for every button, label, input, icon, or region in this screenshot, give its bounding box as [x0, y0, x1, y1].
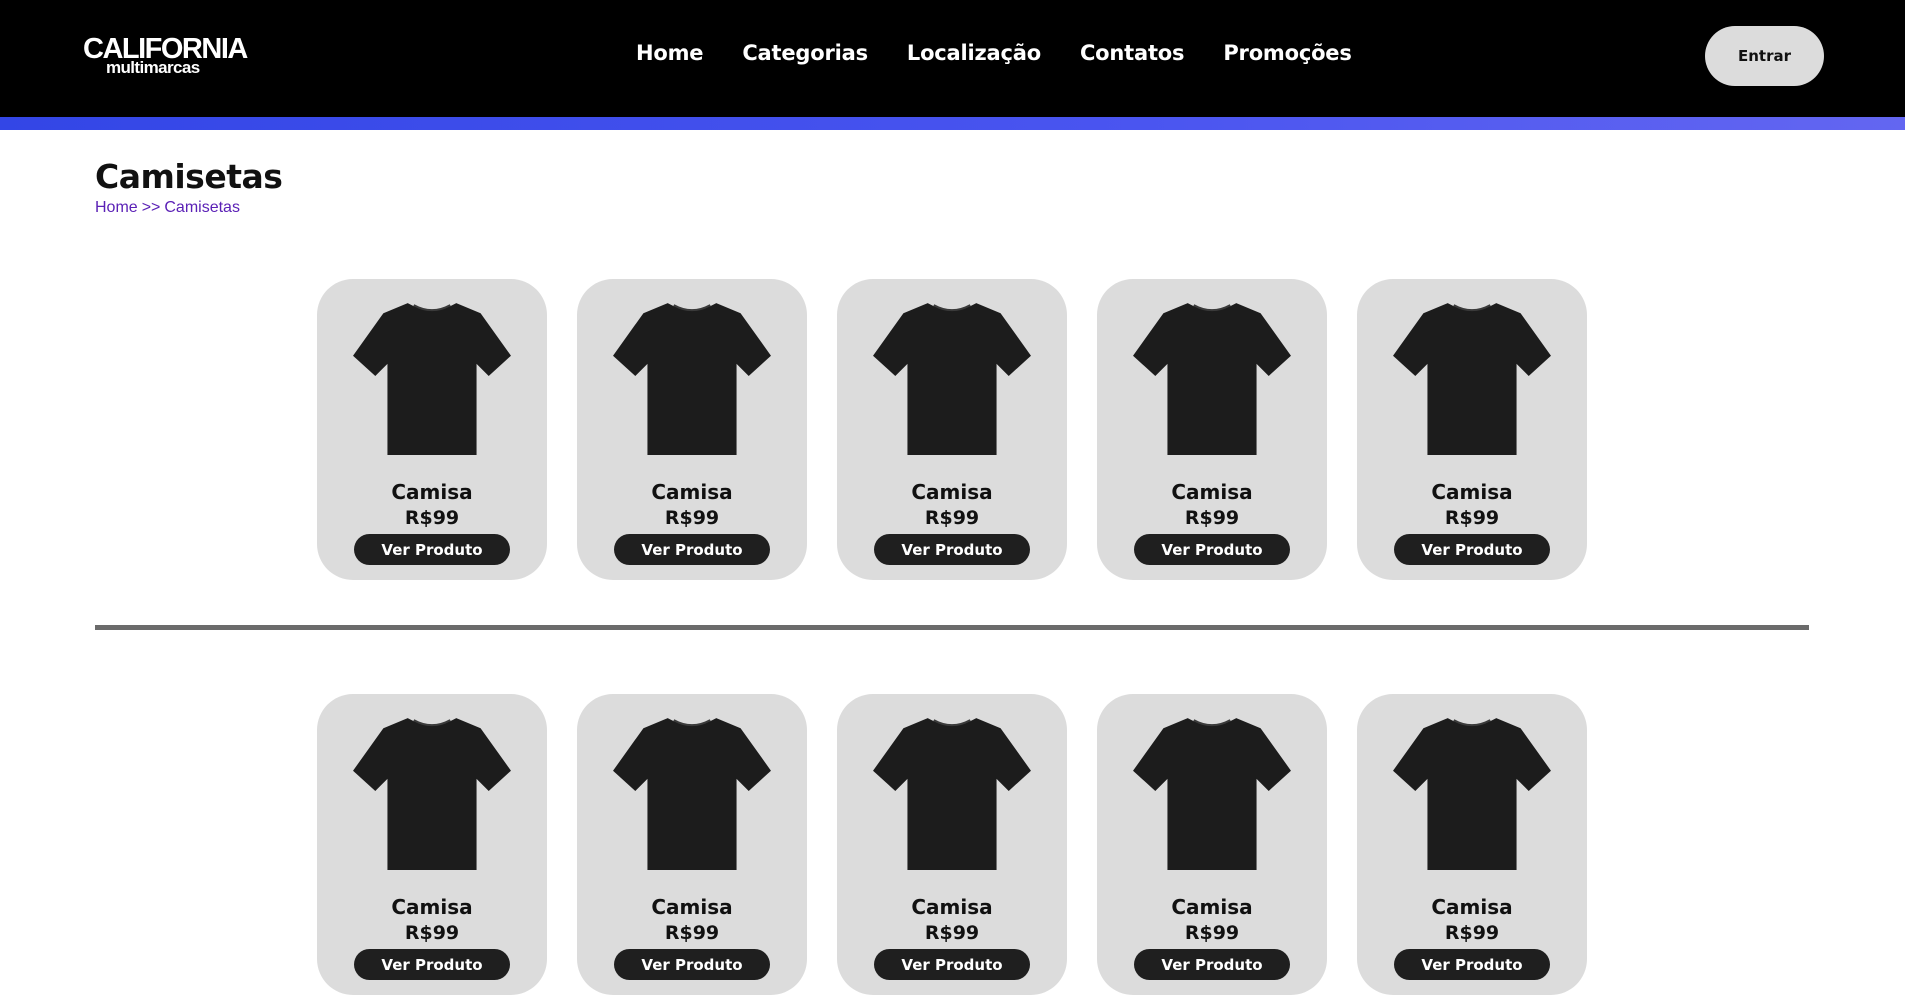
product-card: Camisa R$99 Ver Produto	[577, 279, 807, 580]
product-grid-row-2: Camisa R$99 Ver Produto Camisa R$99 Ver …	[317, 694, 1587, 995]
view-product-button[interactable]: Ver Produto	[354, 534, 510, 565]
product-price: R$99	[664, 922, 720, 944]
product-price: R$99	[404, 507, 460, 529]
nav-link-categorias[interactable]: Categorias	[742, 41, 868, 65]
product-card: Camisa R$99 Ver Produto	[1097, 694, 1327, 995]
tshirt-icon[interactable]	[1131, 297, 1293, 459]
nav-link-contatos[interactable]: Contatos	[1080, 41, 1185, 65]
tshirt-icon[interactable]	[871, 712, 1033, 874]
product-name: Camisa	[1431, 480, 1513, 504]
view-product-button[interactable]: Ver Produto	[874, 949, 1030, 980]
product-card: Camisa R$99 Ver Produto	[1097, 279, 1327, 580]
product-name: Camisa	[391, 895, 473, 919]
product-name: Camisa	[1171, 480, 1253, 504]
product-card: Camisa R$99 Ver Produto	[317, 279, 547, 580]
product-card: Camisa R$99 Ver Produto	[317, 694, 547, 995]
product-name: Camisa	[391, 480, 473, 504]
tshirt-icon[interactable]	[351, 297, 513, 459]
product-name: Camisa	[651, 895, 733, 919]
view-product-button[interactable]: Ver Produto	[1134, 534, 1290, 565]
product-price: R$99	[404, 922, 460, 944]
product-card: Camisa R$99 Ver Produto	[837, 694, 1067, 995]
tshirt-icon[interactable]	[1391, 297, 1553, 459]
tshirt-icon[interactable]	[1131, 712, 1293, 874]
brand-logo[interactable]: CALIFORNIA multimarcas	[83, 35, 248, 77]
product-name: Camisa	[651, 480, 733, 504]
page-title: Camisetas	[95, 157, 283, 196]
view-product-button[interactable]: Ver Produto	[1134, 949, 1290, 980]
product-card: Camisa R$99 Ver Produto	[837, 279, 1067, 580]
breadcrumb-home-link[interactable]: Home	[95, 199, 138, 216]
product-name: Camisa	[911, 895, 993, 919]
tshirt-icon[interactable]	[611, 297, 773, 459]
view-product-button[interactable]: Ver Produto	[874, 534, 1030, 565]
product-name: Camisa	[1431, 895, 1513, 919]
view-product-button[interactable]: Ver Produto	[354, 949, 510, 980]
section-divider	[95, 625, 1809, 630]
nav-link-promocoes[interactable]: Promoções	[1223, 41, 1352, 65]
nav-link-localizacao[interactable]: Localização	[907, 41, 1041, 65]
tshirt-icon[interactable]	[1391, 712, 1553, 874]
breadcrumb-current-link[interactable]: Camisetas	[164, 199, 240, 216]
header-accent-strip	[0, 117, 1905, 130]
product-card: Camisa R$99 Ver Produto	[1357, 279, 1587, 580]
view-product-button[interactable]: Ver Produto	[1394, 949, 1550, 980]
product-price: R$99	[664, 507, 720, 529]
product-price: R$99	[924, 922, 980, 944]
breadcrumb: Home >> Camisetas	[95, 199, 240, 217]
login-button[interactable]: Entrar	[1705, 26, 1824, 86]
product-card: Camisa R$99 Ver Produto	[577, 694, 807, 995]
product-price: R$99	[1184, 922, 1240, 944]
tshirt-icon[interactable]	[611, 712, 773, 874]
product-price: R$99	[1444, 922, 1500, 944]
product-price: R$99	[1444, 507, 1500, 529]
view-product-button[interactable]: Ver Produto	[614, 949, 770, 980]
breadcrumb-separator: >>	[141, 199, 161, 216]
tshirt-icon[interactable]	[351, 712, 513, 874]
product-name: Camisa	[1171, 895, 1253, 919]
view-product-button[interactable]: Ver Produto	[1394, 534, 1550, 565]
nav-link-home[interactable]: Home	[636, 41, 704, 65]
product-card: Camisa R$99 Ver Produto	[1357, 694, 1587, 995]
product-grid-row-1: Camisa R$99 Ver Produto Camisa R$99 Ver …	[317, 279, 1587, 580]
main-nav: Home Categorias Localização Contatos Pro…	[636, 41, 1352, 65]
product-name: Camisa	[911, 480, 993, 504]
view-product-button[interactable]: Ver Produto	[614, 534, 770, 565]
product-price: R$99	[924, 507, 980, 529]
product-price: R$99	[1184, 507, 1240, 529]
tshirt-icon[interactable]	[871, 297, 1033, 459]
